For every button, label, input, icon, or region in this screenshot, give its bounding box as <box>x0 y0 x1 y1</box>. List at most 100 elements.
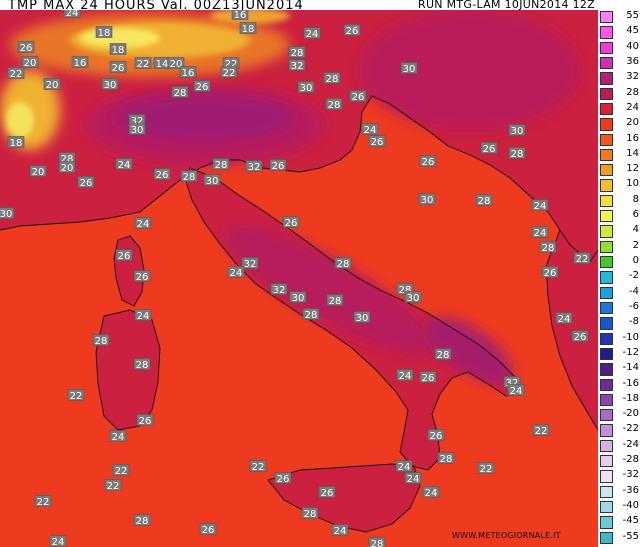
temperature-label: 20 <box>43 78 61 91</box>
legend-swatch <box>600 179 613 192</box>
temperature-label-text: 26 <box>156 170 169 181</box>
temperature-map: 24 161826 1818 24 2620 16 22 14 2026 162222283222… <box>0 10 598 547</box>
temperature-label: 24 <box>331 524 349 537</box>
temperature-label: 32 <box>241 257 259 270</box>
temperature-label: 26 <box>541 266 559 279</box>
temperature-label-text: 28 <box>337 259 350 270</box>
temperature-label-text: 24 <box>52 537 65 547</box>
temperature-label: 22 <box>532 424 550 437</box>
temperature-label: 32 <box>288 59 306 72</box>
temperature-label: 30 <box>418 193 436 206</box>
temperature-label-text: 28 <box>326 74 339 85</box>
temperature-label-text: 22 <box>137 59 150 70</box>
legend-label: 32 <box>626 71 639 83</box>
temperature-label: 30 <box>289 291 307 304</box>
legend-swatch <box>600 347 613 361</box>
legend-entry: 45 <box>599 25 640 39</box>
temperature-label: 26 <box>153 168 171 181</box>
legend-swatch <box>600 210 613 223</box>
legend-label: 24 <box>626 101 639 113</box>
temperature-label: 24 <box>49 535 67 547</box>
temperature-label-text: 22 <box>535 426 548 437</box>
temperature-label: 28 <box>325 98 343 111</box>
temperature-label: 22 <box>104 479 122 492</box>
temperature-label: 28 <box>302 308 320 321</box>
legend-label: -22 <box>622 423 639 435</box>
legend-label: -6 <box>629 300 639 312</box>
temperature-label: 24 <box>115 158 133 171</box>
legend-swatch <box>600 531 613 544</box>
temperature-label: 28 <box>434 348 452 361</box>
legend-label: 2 <box>632 239 639 251</box>
legend-swatch <box>600 256 613 269</box>
legend-swatch <box>600 72 613 85</box>
legend-swatch <box>600 225 613 238</box>
temperature-label-text: 26 <box>196 82 209 93</box>
temperature-label: 26 <box>282 216 300 229</box>
legend-swatch <box>600 194 613 208</box>
legend-entry: 14 <box>599 148 640 162</box>
temperature-label-text: 24 <box>137 219 150 230</box>
legend-entry: 55 <box>599 10 640 24</box>
temperature-label: 28 <box>475 194 493 207</box>
temperature-label-text: 18 <box>98 28 111 39</box>
temperature-label-text: 22 <box>37 497 50 508</box>
temperature-label: 28 <box>368 537 386 547</box>
legend-swatch <box>600 332 613 345</box>
legend-swatch <box>600 271 613 284</box>
temperature-label: 20 <box>58 161 76 174</box>
temperature-label: 28 <box>437 452 455 465</box>
temperature-label: 24 <box>109 430 127 443</box>
temperature-label-text: 28 <box>136 516 149 527</box>
temperature-label: 28 <box>92 334 110 347</box>
temperature-label: 26 <box>343 24 361 37</box>
temperature-label: 26 <box>480 142 498 155</box>
temperature-label: 24 <box>361 123 379 136</box>
temperature-label-text: 26 <box>80 178 93 189</box>
temperature-label-text: 32 <box>244 259 257 270</box>
temperature-label: 28 <box>539 241 557 254</box>
legend-entry: -8 <box>599 316 640 330</box>
temperature-label-text: 26 <box>483 144 496 155</box>
temperature-label: 26 <box>17 41 35 54</box>
legend-entry: 40 <box>599 41 640 54</box>
temperature-label-text: 24 <box>398 462 411 473</box>
legend-label: -32 <box>622 469 639 481</box>
temperature-label-text: 24 <box>364 125 377 136</box>
temperature-label: 28 <box>180 170 198 183</box>
temperature-label: 26 <box>109 61 127 74</box>
temperature-label-text: 32 <box>248 162 261 173</box>
temperature-label: 24 <box>134 217 152 230</box>
legend-entry: -24 <box>599 439 640 453</box>
legend-swatch <box>600 164 613 177</box>
temperature-label: 28 <box>326 294 344 307</box>
temperature-label: 18 <box>109 43 127 56</box>
legend-swatch <box>600 11 613 24</box>
temperature-label-text: 22 <box>223 68 236 79</box>
temperature-label-text: 22 <box>107 481 120 492</box>
temperature-label: 18 <box>239 22 257 35</box>
temperature-label: 26 <box>318 486 336 499</box>
legend-swatch <box>600 470 613 483</box>
legend-swatch <box>600 393 613 407</box>
temperature-label: 22 <box>573 252 591 265</box>
temperature-label: 26 <box>349 90 367 103</box>
temperature-label-text: 18 <box>242 24 255 35</box>
temperature-label: 26 <box>115 249 133 262</box>
temperature-label-text: 28 <box>371 539 384 547</box>
temperature-label: 30 <box>128 123 146 136</box>
legend-entry: -10 <box>599 332 640 345</box>
temperature-label-text: 30 <box>300 83 313 94</box>
temperature-label: 28 <box>288 46 306 59</box>
temperature-label: 22 <box>477 462 495 475</box>
temperature-label-text: 32 <box>273 285 286 296</box>
temperature-label: 26 <box>274 472 292 485</box>
legend-label: -36 <box>622 484 639 496</box>
temperature-label: 30 <box>101 78 119 91</box>
temperature-label-text: 28 <box>329 296 342 307</box>
legend-label: 36 <box>626 55 639 67</box>
legend-swatch <box>600 501 613 514</box>
temperature-label-text: 30 <box>421 195 434 206</box>
temperature-label-text: 18 <box>112 45 125 56</box>
temperature-label-text: 24 <box>334 526 347 537</box>
